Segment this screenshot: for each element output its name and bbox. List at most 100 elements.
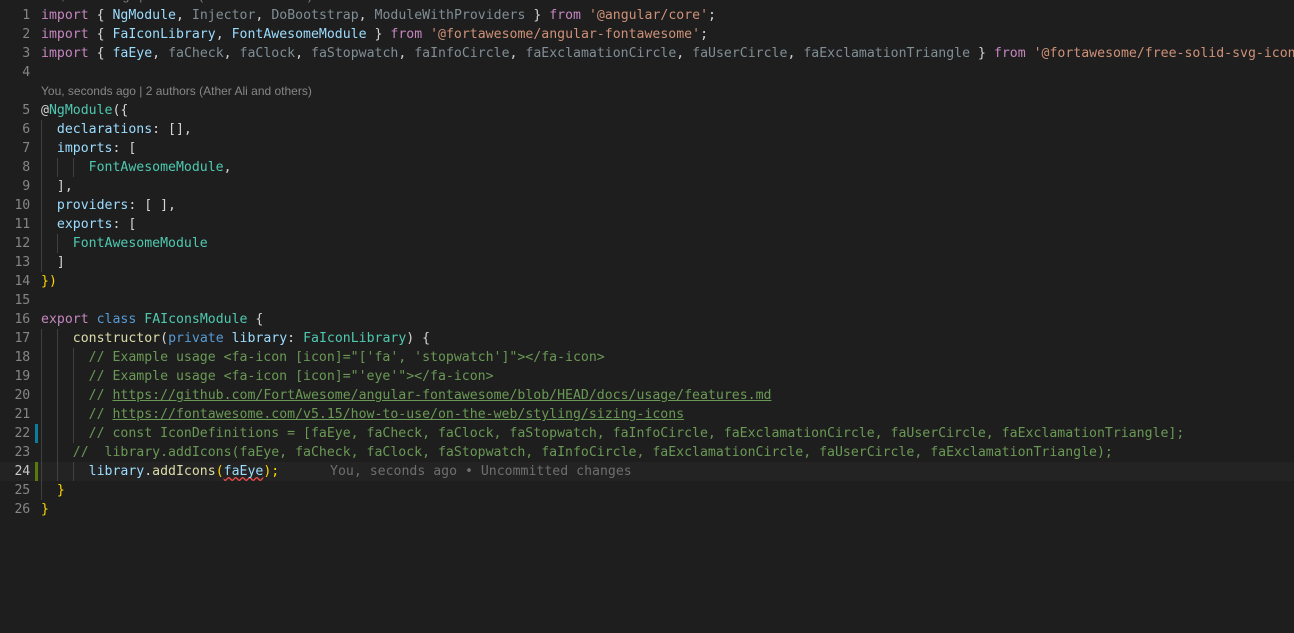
code-line-6: declarations: [],: [41, 120, 192, 139]
token-type-FaIconLibrary: FaIconLibrary: [303, 331, 407, 346]
code-line-18: // Example usage <fa-icon [icon]="['fa',…: [41, 350, 605, 365]
token-param-library: library: [231, 331, 288, 346]
token-punct: ,: [152, 46, 169, 61]
editor-row[interactable]: 21 // https://fontawesome.com/v5.15/how-…: [0, 405, 1294, 424]
editor-row[interactable]: 5 @NgModule({: [0, 101, 1294, 120]
line-number: 20: [14, 388, 31, 403]
token-keyword-class: class: [96, 312, 137, 327]
editor-row[interactable]: 6 declarations: [],: [0, 120, 1294, 139]
code-line-7: imports: [: [41, 139, 136, 158]
editor-row[interactable]: 10 providers: [ ],: [0, 196, 1294, 215]
token-punct: : [ ],: [128, 198, 176, 213]
token-keyword: import: [41, 46, 89, 61]
editor-row[interactable]: 26 }: [0, 500, 1294, 519]
line-number: 14: [14, 274, 31, 289]
code-editor-viewport[interactable]: You, seconds ago | 2 authors (Ather Ali …: [0, 0, 1294, 543]
token-punct: :: [287, 331, 304, 346]
code-line-13: ]: [41, 255, 65, 270]
token-import-FaIconLibrary: FaIconLibrary: [112, 27, 216, 42]
editor-row[interactable]: 17 constructor(private library: FaIconLi…: [0, 329, 1294, 348]
token-keyword: import: [41, 27, 89, 42]
editor-row[interactable]: 14 }): [0, 272, 1294, 291]
editor-row[interactable]: 23 // library.addIcons(faEye, faCheck, f…: [0, 443, 1294, 462]
token-punct: ,: [398, 46, 415, 61]
line-number: 12: [14, 236, 31, 251]
token-punct: : [: [112, 217, 137, 232]
editor-row-active[interactable]: 24 library.addIcons(faEye); You, seconds…: [0, 462, 1294, 481]
token-value-FontAwesomeModule: FontAwesomeModule: [88, 160, 224, 175]
editor-row[interactable]: 2 import { FaIconLibrary, FontAwesomeMod…: [0, 25, 1294, 44]
editor-row[interactable]: 20 // https://github.com/FortAwesome/ang…: [0, 386, 1294, 405]
diff-marker-modified[interactable]: [35, 424, 38, 443]
line-number: 23: [14, 445, 31, 460]
token-import-faExclamationCircle: faExclamationCircle: [525, 46, 677, 61]
token-punct: ;: [700, 27, 709, 42]
comment-link-url[interactable]: https://github.com/FortAwesome/angular-f…: [112, 388, 771, 403]
token-punct: }: [525, 8, 550, 23]
line-number: 16: [14, 312, 31, 327]
editor-row[interactable]: 13 ]: [0, 253, 1294, 272]
line-number: 18: [14, 350, 31, 365]
editor-row[interactable]: 8 FontAwesomeModule,: [0, 158, 1294, 177]
editor-row[interactable]: 1 import { NgModule, Injector, DoBootstr…: [0, 6, 1294, 25]
editor-row[interactable]: 16 export class FAIconsModule {: [0, 310, 1294, 329]
token-punct: : [],: [152, 122, 192, 137]
token-prop-exports: exports: [56, 217, 113, 232]
code-line-24: library.addIcons(faEye);: [41, 462, 280, 481]
editor-row[interactable]: 22 // const IconDefinitions = [faEye, fa…: [0, 424, 1294, 443]
token-arg-faEye-error: faEye: [223, 464, 264, 479]
line-number: 5: [22, 103, 30, 118]
editor-row[interactable]: 19 // Example usage <fa-icon [icon]="'ey…: [0, 367, 1294, 386]
token-import-Injector: Injector: [191, 8, 256, 23]
token-import-DoBootstrap: DoBootstrap: [271, 8, 359, 23]
line-number: 9: [22, 179, 30, 194]
comment-link-url[interactable]: https://fontawesome.com/v5.15/how-to-use…: [112, 407, 684, 422]
editor-row[interactable]: 3 import { faEye, faCheck, faClock, faSt…: [0, 44, 1294, 63]
line-number: 4: [22, 65, 30, 80]
token-class-FAIconsModule: FAIconsModule: [144, 312, 248, 327]
editor-row[interactable]: 7 imports: [: [0, 139, 1294, 158]
token-punct: {: [88, 46, 113, 61]
token-punct: ,: [223, 160, 232, 175]
token-decorator-NgModule: NgModule: [48, 103, 113, 118]
diff-marker-added[interactable]: [35, 462, 38, 481]
editor-row[interactable]: 18 // Example usage <fa-icon [icon]="['f…: [0, 348, 1294, 367]
token-keyword-private: private: [168, 331, 224, 346]
token-string-module: '@angular/core': [588, 8, 709, 23]
line-number: 3: [22, 46, 30, 61]
editor-row[interactable]: 25 }: [0, 481, 1294, 500]
line-number: 6: [22, 122, 30, 137]
line-number: 21: [14, 407, 31, 422]
token-punct: ,: [358, 8, 375, 23]
token-fn-constructor: constructor: [72, 331, 161, 346]
editor-row[interactable]: 9 ],: [0, 177, 1294, 196]
token-punct: ,: [223, 46, 240, 61]
token-punct: }: [970, 46, 994, 61]
token-punct: ) {: [406, 331, 431, 346]
code-line-17: constructor(private library: FaIconLibra…: [41, 329, 430, 348]
line-number: 2: [22, 27, 30, 42]
token-punct: ,: [295, 46, 311, 61]
editor-row[interactable]: 12 FontAwesomeModule: [0, 234, 1294, 253]
editor-row[interactable]: 11 exports: [: [0, 215, 1294, 234]
code-line-10: providers: [ ],: [41, 196, 176, 215]
code-line-25: }: [41, 483, 65, 498]
line-number: 15: [14, 293, 31, 308]
token-import-faInfoCircle: faInfoCircle: [414, 46, 510, 61]
code-line-11: exports: [: [41, 215, 136, 234]
token-import-faEye: faEye: [112, 46, 153, 61]
editor-row[interactable]: 15: [0, 291, 1294, 310]
editor-row[interactable]: 4: [0, 63, 1294, 82]
token-import-faClock: faClock: [239, 46, 296, 61]
line-number: 26: [14, 502, 31, 517]
token-keyword-from: from: [993, 46, 1026, 61]
line-number: 7: [22, 141, 30, 156]
